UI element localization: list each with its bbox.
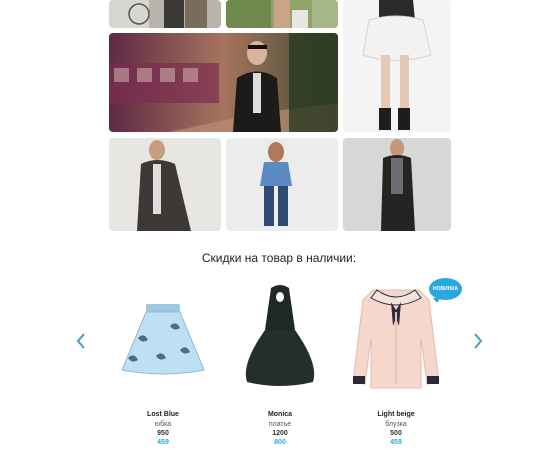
product-image[interactable]	[108, 278, 218, 396]
gallery-photo-3[interactable]	[109, 33, 338, 132]
product-card[interactable]: Monica платье 1200 800	[225, 278, 335, 446]
chevron-left-icon[interactable]	[74, 332, 88, 350]
product-card[interactable]: Lost Blue юбка 950 459	[108, 278, 218, 446]
product-new-price: 459	[157, 439, 169, 446]
product-new-price: 459	[390, 439, 402, 446]
product-old-price: 950	[157, 430, 169, 437]
gallery-photo-2[interactable]	[226, 0, 338, 28]
product-card[interactable]: НОВИНКА Light beige блузка 500 459	[341, 278, 462, 446]
gallery-photo-4[interactable]	[343, 0, 451, 132]
product-name[interactable]: Light beige	[341, 411, 451, 419]
gallery-photo-7[interactable]	[343, 138, 451, 231]
product-image[interactable]: НОВИНКА	[341, 278, 462, 396]
product-image[interactable]	[225, 278, 335, 396]
product-type: блузка	[385, 421, 407, 428]
gallery-photo-5[interactable]	[109, 138, 221, 231]
product-type: платье	[268, 421, 292, 428]
product-old-price: 1200	[272, 430, 288, 437]
product-new-price: 800	[274, 439, 286, 446]
new-badge: НОВИНКА	[429, 278, 462, 303]
gallery-photo-1[interactable]	[109, 0, 221, 28]
section-title: Скидки на товар в наличии:	[201, 251, 357, 265]
product-type: юбка	[154, 421, 172, 428]
product-name[interactable]: Lost Blue	[108, 411, 218, 419]
gallery-photo-6[interactable]	[226, 138, 338, 231]
product-old-price: 500	[390, 430, 402, 437]
product-name[interactable]: Monica	[225, 411, 335, 419]
chevron-right-icon[interactable]	[471, 332, 485, 350]
